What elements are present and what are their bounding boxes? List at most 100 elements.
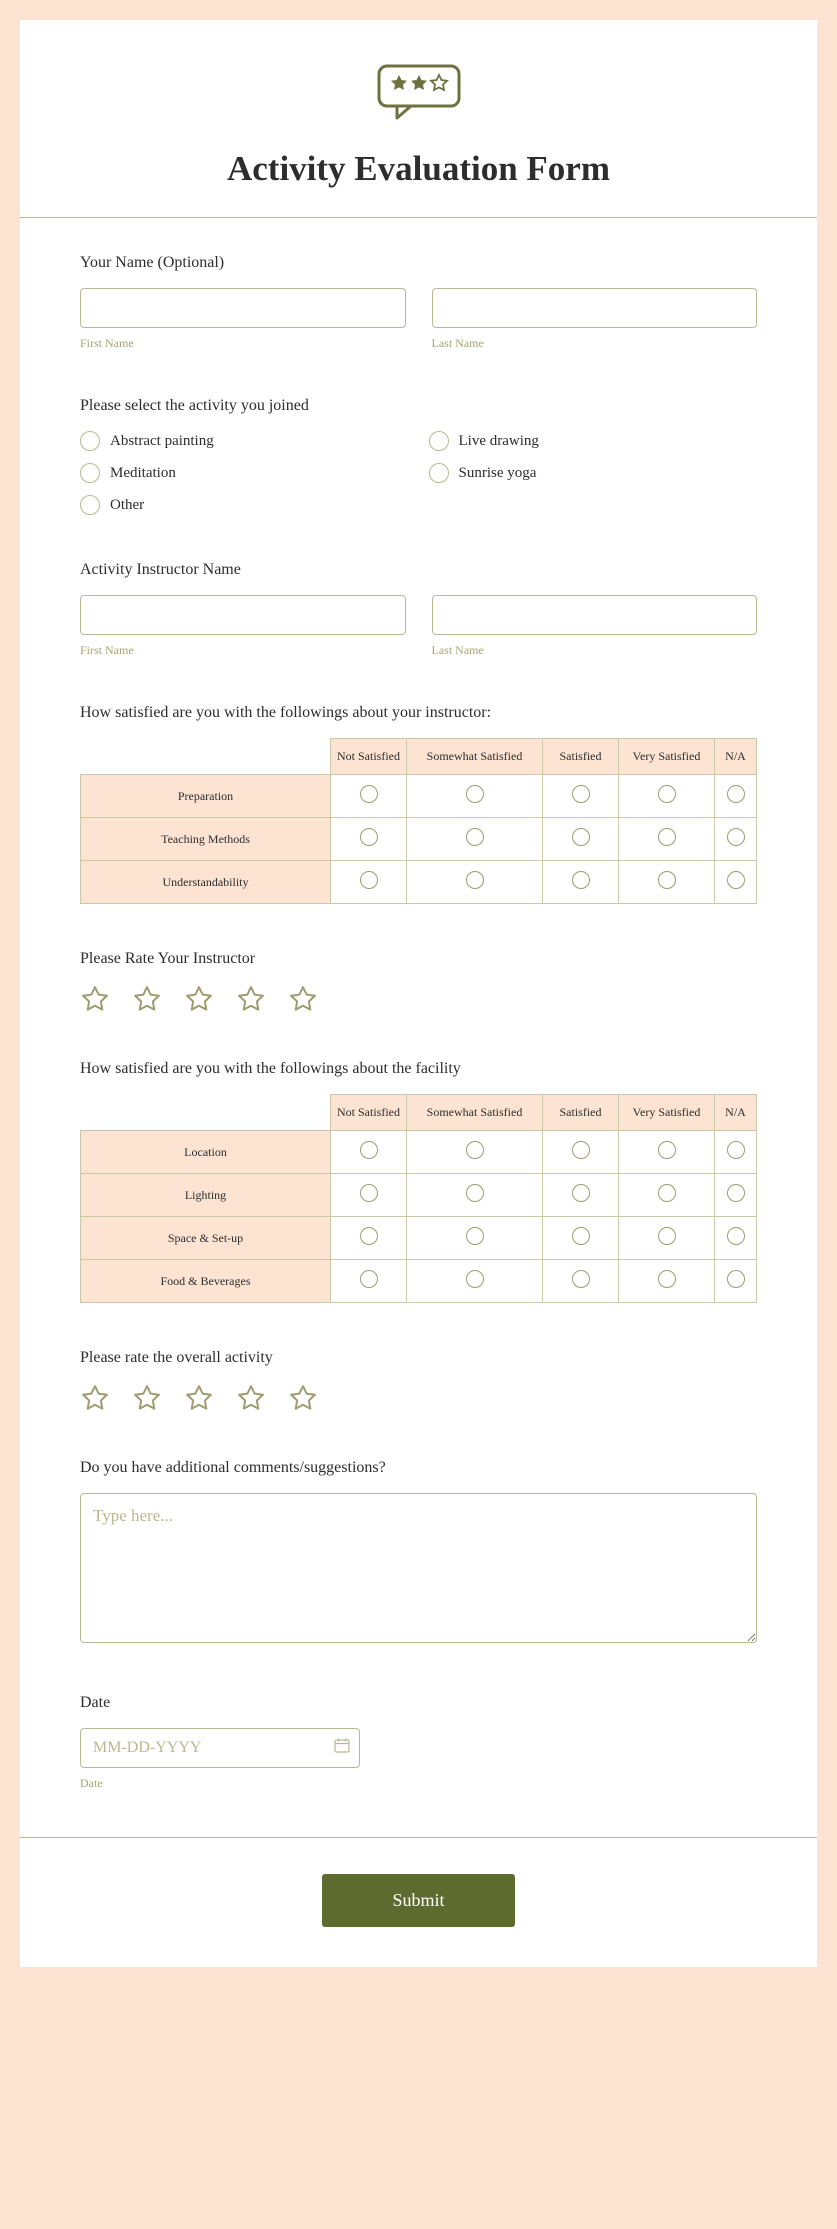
matrix-radio[interactable]: [727, 1141, 745, 1159]
radio-abstract-painting[interactable]: Abstract painting: [80, 431, 409, 451]
instructor-name-section: Activity Instructor Name First Name Last…: [20, 561, 817, 658]
comments-textarea[interactable]: [80, 1493, 757, 1643]
star-icon[interactable]: [132, 1383, 162, 1413]
facility-satisfaction-section: How satisfied are you with the following…: [20, 1060, 817, 1303]
activity-select-section: Please select the activity you joined Ab…: [20, 397, 817, 515]
matrix-rowhead: Teaching Methods: [81, 818, 331, 861]
star-icon[interactable]: [184, 1383, 214, 1413]
instructor-satisfaction-section: How satisfied are you with the following…: [20, 704, 817, 904]
table-row: Understandability: [81, 861, 757, 904]
date-section: Date Date: [20, 1694, 817, 1791]
matrix-radio[interactable]: [360, 785, 378, 803]
star-icon[interactable]: [236, 984, 266, 1014]
table-row: Food & Beverages: [81, 1260, 757, 1303]
matrix-radio[interactable]: [727, 1227, 745, 1245]
matrix-rowhead: Preparation: [81, 775, 331, 818]
matrix-radio[interactable]: [658, 1227, 676, 1245]
table-row: Lighting: [81, 1174, 757, 1217]
rate-activity-section: Please rate the overall activity: [20, 1349, 817, 1413]
matrix-radio[interactable]: [360, 828, 378, 846]
last-name-sublabel: Last Name: [432, 336, 758, 351]
activity-select-label: Please select the activity you joined: [80, 397, 757, 415]
radio-live-drawing[interactable]: Live drawing: [429, 431, 758, 451]
star-icon[interactable]: [80, 1383, 110, 1413]
matrix-radio[interactable]: [572, 1270, 590, 1288]
matrix-radio[interactable]: [727, 785, 745, 803]
matrix-radio[interactable]: [360, 1184, 378, 1202]
activity-star-rating: [80, 1383, 757, 1413]
first-name-sublabel: First Name: [80, 336, 406, 351]
matrix-radio[interactable]: [572, 785, 590, 803]
matrix-radio[interactable]: [466, 871, 484, 889]
instructor-last-name-sublabel: Last Name: [432, 643, 758, 658]
star-icon[interactable]: [236, 1383, 266, 1413]
matrix-radio[interactable]: [466, 1227, 484, 1245]
matrix-radio[interactable]: [466, 1184, 484, 1202]
matrix-radio[interactable]: [466, 1270, 484, 1288]
submit-button[interactable]: Submit: [322, 1874, 514, 1927]
matrix-radio[interactable]: [658, 1184, 676, 1202]
rate-activity-label: Please rate the overall activity: [80, 1349, 757, 1367]
radio-other[interactable]: Other: [80, 495, 409, 515]
radio-icon: [80, 463, 100, 483]
rate-instructor-section: Please Rate Your Instructor: [20, 950, 817, 1014]
matrix-radio[interactable]: [360, 1270, 378, 1288]
star-icon[interactable]: [132, 984, 162, 1014]
matrix-rowhead: Location: [81, 1131, 331, 1174]
matrix-radio[interactable]: [572, 1227, 590, 1245]
form-header: Activity Evaluation Form: [20, 20, 817, 218]
matrix-radio[interactable]: [572, 828, 590, 846]
matrix-radio[interactable]: [658, 871, 676, 889]
matrix-radio[interactable]: [572, 871, 590, 889]
footer-divider: [20, 1837, 817, 1838]
matrix-radio[interactable]: [572, 1141, 590, 1159]
matrix-radio[interactable]: [360, 871, 378, 889]
matrix-radio[interactable]: [466, 1141, 484, 1159]
matrix-radio[interactable]: [572, 1184, 590, 1202]
star-icon[interactable]: [184, 984, 214, 1014]
instructor-first-name-input[interactable]: [80, 595, 406, 635]
facility-matrix: Not Satisfied Somewhat Satisfied Satisfi…: [80, 1094, 757, 1303]
matrix-radio[interactable]: [658, 828, 676, 846]
instructor-star-rating: [80, 984, 757, 1014]
comments-label: Do you have additional comments/suggesti…: [80, 1459, 757, 1477]
star-icon[interactable]: [288, 1383, 318, 1413]
date-input[interactable]: [80, 1728, 360, 1768]
matrix-radio[interactable]: [466, 785, 484, 803]
date-label: Date: [80, 1694, 757, 1712]
instructor-name-label: Activity Instructor Name: [80, 561, 757, 579]
page-title: Activity Evaluation Form: [80, 149, 757, 189]
matrix-radio[interactable]: [466, 828, 484, 846]
matrix-radio[interactable]: [727, 871, 745, 889]
matrix-radio[interactable]: [727, 828, 745, 846]
matrix-radio[interactable]: [360, 1141, 378, 1159]
matrix-rowhead: Understandability: [81, 861, 331, 904]
radio-icon: [429, 463, 449, 483]
radio-sunrise-yoga[interactable]: Sunrise yoga: [429, 463, 758, 483]
rate-instructor-label: Please Rate Your Instructor: [80, 950, 757, 968]
instructor-last-name-input[interactable]: [432, 595, 758, 635]
first-name-input[interactable]: [80, 288, 406, 328]
star-icon[interactable]: [80, 984, 110, 1014]
matrix-radio[interactable]: [658, 785, 676, 803]
radio-meditation[interactable]: Meditation: [80, 463, 409, 483]
table-row: Teaching Methods: [81, 818, 757, 861]
matrix-radio[interactable]: [727, 1184, 745, 1202]
matrix1-label: How satisfied are you with the following…: [80, 704, 757, 722]
last-name-input[interactable]: [432, 288, 758, 328]
radio-icon: [80, 495, 100, 515]
matrix-radio[interactable]: [360, 1227, 378, 1245]
date-sublabel: Date: [80, 1776, 757, 1791]
star-icon[interactable]: [288, 984, 318, 1014]
table-row: Location: [81, 1131, 757, 1174]
your-name-label: Your Name (Optional): [80, 254, 757, 272]
matrix-rowhead: Lighting: [81, 1174, 331, 1217]
matrix-radio[interactable]: [727, 1270, 745, 1288]
matrix-radio[interactable]: [658, 1141, 676, 1159]
matrix-rowhead: Space & Set-up: [81, 1217, 331, 1260]
comments-section: Do you have additional comments/suggesti…: [20, 1459, 817, 1648]
your-name-section: Your Name (Optional) First Name Last Nam…: [20, 254, 817, 351]
radio-icon: [429, 431, 449, 451]
calendar-icon[interactable]: [334, 1738, 350, 1759]
matrix-radio[interactable]: [658, 1270, 676, 1288]
